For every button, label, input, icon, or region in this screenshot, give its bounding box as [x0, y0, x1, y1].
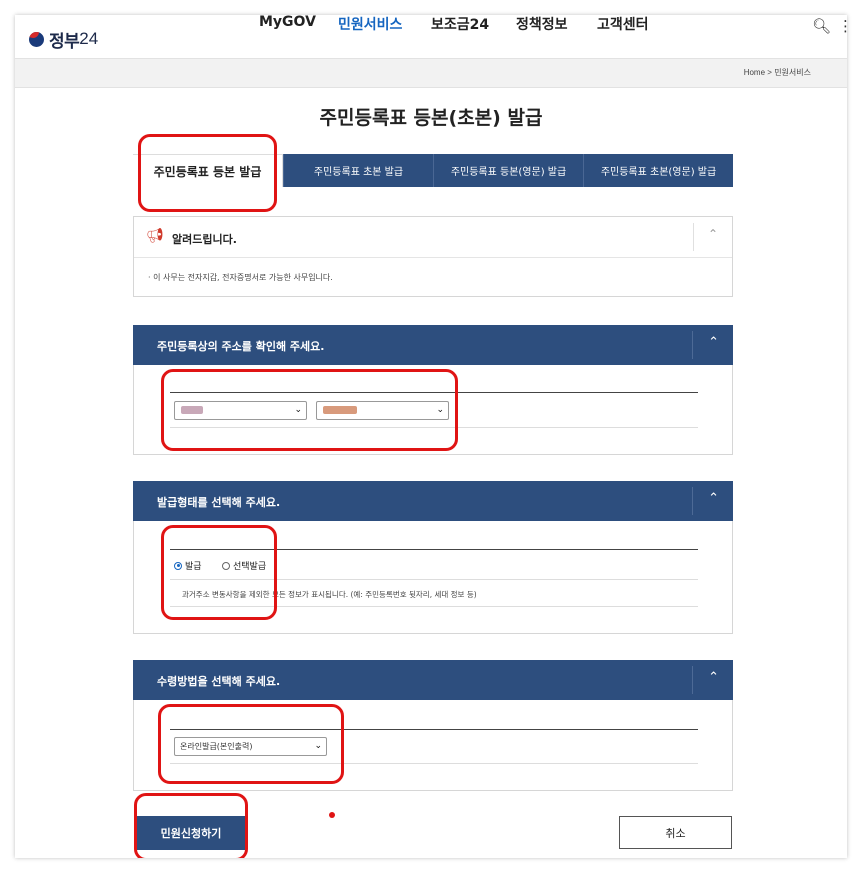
- tab-resident-copy-english[interactable]: 주민등록표 등본(영문) 발급: [433, 154, 583, 187]
- notice-header[interactable]: 📢︎ 알려드립니다. ⌃: [134, 217, 732, 258]
- notice-box: 📢︎ 알려드립니다. ⌃ · 이 사무는 전자지갑, 전자증명서로 가능한 사무…: [133, 216, 733, 297]
- cancel-button[interactable]: 취소: [619, 816, 732, 849]
- nav-civil-service[interactable]: 민원서비스: [338, 15, 402, 34]
- menu-icon[interactable]: ⋮: [838, 17, 847, 35]
- divider: [692, 666, 693, 694]
- address-section-header[interactable]: 주민등록상의 주소를 확인해 주세요. ⌃: [133, 325, 733, 365]
- nav-subsidy24[interactable]: 보조금24: [431, 15, 489, 34]
- search-icon[interactable]: 🔍︎: [812, 17, 831, 35]
- notice-body: · 이 사무는 전자지갑, 전자증명서로 가능한 사무입니다.: [148, 273, 333, 282]
- notice-title: 알려드립니다.: [172, 233, 237, 246]
- receive-method-section-title: 수령방법을 선택해 주세요.: [157, 675, 281, 688]
- browser-page: 정부 24 MyGOV 민원서비스 보조금24 정책정보 고객센터 🔍︎ ⋮ H…: [15, 15, 847, 858]
- notice-text: 이 사무는 전자지갑, 전자증명서로 가능한 사무입니다.: [153, 273, 333, 282]
- annotation-circle: [161, 525, 277, 620]
- annotation-circle: [161, 369, 458, 451]
- annotation-circle: [138, 134, 277, 212]
- megaphone-icon: 📢︎: [146, 228, 164, 244]
- chevron-up-icon[interactable]: ⌃: [708, 491, 719, 506]
- main-nav: MyGOV 민원서비스 보조금24 정책정보 고객센터: [15, 15, 847, 58]
- issue-type-section-header[interactable]: 발급형태를 선택해 주세요. ⌃: [133, 481, 733, 521]
- tab-resident-abstract-english[interactable]: 주민등록표 초본(영문) 발급: [583, 154, 733, 187]
- divider: [693, 223, 694, 251]
- issue-type-section-title: 발급형태를 선택해 주세요.: [157, 496, 281, 509]
- receive-method-section-header[interactable]: 수령방법을 선택해 주세요. ⌃: [133, 660, 733, 700]
- chevron-up-icon[interactable]: ⌃: [708, 227, 718, 241]
- chevron-up-icon[interactable]: ⌃: [708, 335, 719, 350]
- address-section-title: 주민등록상의 주소를 확인해 주세요.: [157, 340, 325, 353]
- annotation-circle: [134, 793, 248, 858]
- breadcrumb-current[interactable]: 민원서비스: [774, 68, 811, 77]
- breadcrumb-home[interactable]: Home: [744, 68, 765, 77]
- tab-resident-abstract[interactable]: 주민등록표 초본 발급: [283, 154, 433, 187]
- nav-mygov[interactable]: MyGOV: [259, 15, 316, 30]
- breadcrumb-separator: >: [767, 68, 772, 77]
- nav-policy-info[interactable]: 정책정보: [516, 15, 568, 34]
- divider: [692, 331, 693, 359]
- annotation-dot: [329, 812, 335, 818]
- breadcrumb: Home > 민원서비스: [15, 58, 847, 88]
- chevron-up-icon[interactable]: ⌃: [708, 670, 719, 685]
- divider: [692, 487, 693, 515]
- annotation-circle: [158, 704, 344, 784]
- nav-customer-center[interactable]: 고객센터: [597, 15, 649, 34]
- page-title: 주민등록표 등본(초본) 발급: [319, 107, 543, 129]
